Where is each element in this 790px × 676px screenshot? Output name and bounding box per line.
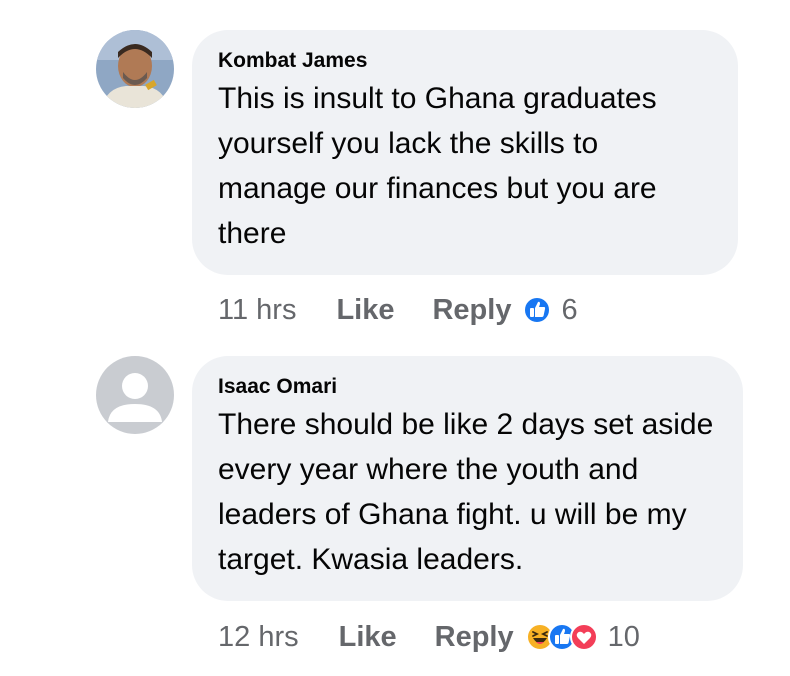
comment-timestamp[interactable]: 12 hrs bbox=[218, 621, 299, 654]
comment-author[interactable]: Kombat James bbox=[218, 48, 714, 74]
reply-button[interactable]: Reply bbox=[432, 294, 511, 327]
comment-text: There should be like 2 days set aside ev… bbox=[218, 408, 714, 576]
comment-text: This is insult to Ghana graduates yourse… bbox=[218, 82, 657, 250]
reply-button[interactable]: Reply bbox=[435, 621, 514, 654]
like-reaction-icon bbox=[523, 296, 552, 324]
avatar[interactable] bbox=[96, 356, 174, 434]
like-button[interactable]: Like bbox=[339, 621, 397, 654]
comment-actions: 11 hrs Like Reply 6 bbox=[218, 290, 578, 330]
comment-timestamp[interactable]: 11 hrs bbox=[218, 294, 296, 327]
avatar[interactable] bbox=[96, 30, 174, 108]
comment-author[interactable]: Isaac Omari bbox=[218, 374, 719, 400]
reactions-summary[interactable]: 6 bbox=[523, 293, 578, 327]
comment-actions: 12 hrs Like Reply 10 bbox=[218, 617, 640, 657]
reaction-count: 6 bbox=[561, 293, 578, 326]
like-button[interactable]: Like bbox=[336, 294, 394, 327]
reaction-count: 10 bbox=[607, 620, 640, 653]
default-avatar-icon bbox=[96, 356, 174, 434]
comment-bubble: Kombat James This is insult to Ghana gra… bbox=[192, 30, 738, 275]
reactions-summary[interactable]: 10 bbox=[525, 620, 640, 654]
comment-bubble: Isaac Omari There should be like 2 days … bbox=[192, 356, 743, 601]
love-reaction-icon bbox=[569, 623, 598, 651]
profile-photo-icon bbox=[96, 30, 174, 108]
